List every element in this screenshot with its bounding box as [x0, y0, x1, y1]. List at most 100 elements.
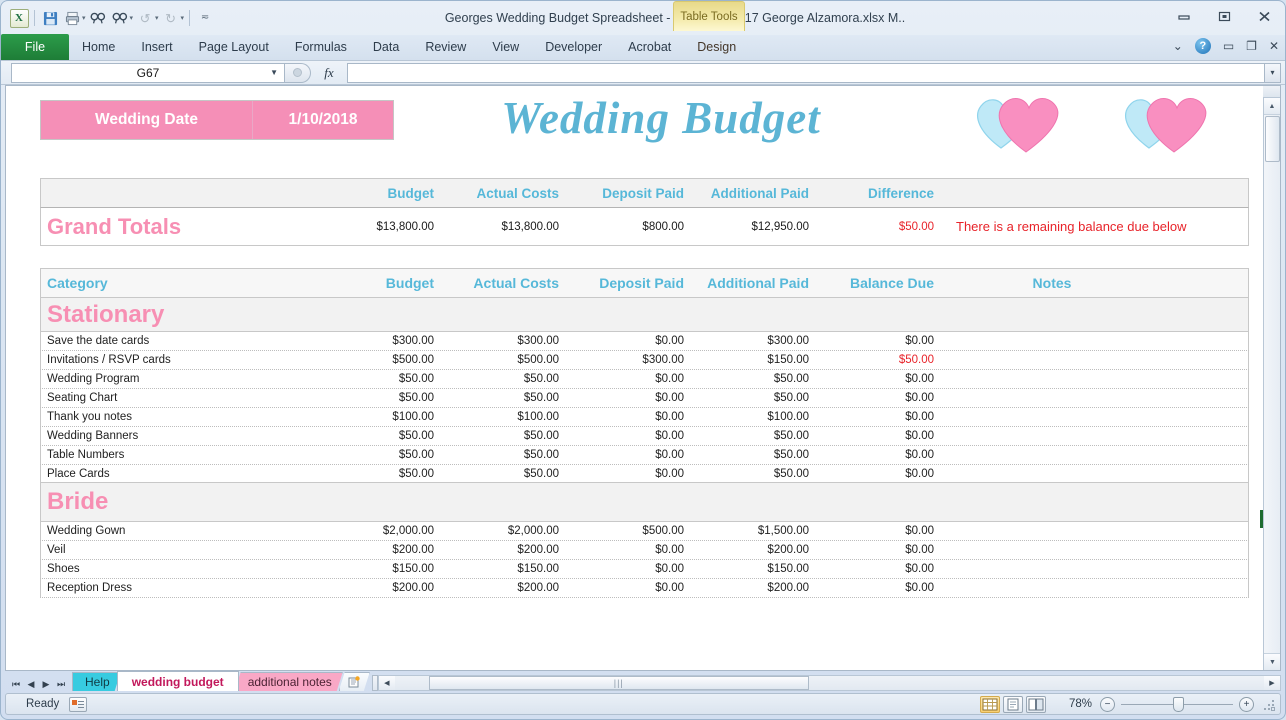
- wedding-date-banner[interactable]: Wedding Date 1/10/2018: [40, 100, 394, 140]
- table-row[interactable]: Invitations / RSVP cards $500.00 $500.00…: [40, 351, 1249, 370]
- grand-totals-additional: $12,950.00: [696, 221, 821, 233]
- row-item: Save the date cards: [41, 335, 341, 347]
- tab-acrobat[interactable]: Acrobat: [615, 34, 684, 60]
- row-balance: $0.00: [821, 430, 946, 442]
- tab-insert[interactable]: Insert: [128, 34, 185, 60]
- page-layout-view-icon[interactable]: [1003, 696, 1023, 713]
- vertical-split-handle[interactable]: [1263, 86, 1280, 98]
- zoom-in-button[interactable]: +: [1239, 697, 1254, 712]
- workbook-restore-icon[interactable]: ❐: [1246, 39, 1257, 53]
- name-box-value: G67: [137, 66, 160, 80]
- find-dropdown-icon[interactable]: ▾: [130, 14, 134, 22]
- tab-page-layout[interactable]: Page Layout: [186, 34, 282, 60]
- minimize-button[interactable]: [1171, 7, 1197, 25]
- prev-sheet-icon[interactable]: ◀: [24, 679, 38, 690]
- table-row[interactable]: Table Numbers $50.00 $50.00 $0.00 $50.00…: [40, 446, 1249, 465]
- tab-file[interactable]: File: [1, 34, 69, 60]
- row-actual: $500.00: [446, 354, 571, 366]
- find-icon[interactable]: [88, 8, 108, 28]
- last-sheet-icon[interactable]: ⏭: [54, 679, 68, 690]
- row-actual: $50.00: [446, 430, 571, 442]
- table-row[interactable]: Wedding Banners $50.00 $50.00 $0.00 $50.…: [40, 427, 1249, 446]
- sheet-tab-wedding-budget[interactable]: wedding budget: [117, 671, 239, 691]
- collapse-ribbon-icon[interactable]: ⌄: [1173, 39, 1183, 53]
- row-item: Invitations / RSVP cards: [41, 354, 341, 366]
- tab-home[interactable]: Home: [69, 34, 128, 60]
- scroll-right-button[interactable]: ▶: [1264, 676, 1280, 690]
- vertical-scroll-thumb[interactable]: [1265, 116, 1280, 162]
- worksheet-canvas[interactable]: Wedding Date 1/10/2018 Wedding Budget: [6, 86, 1263, 670]
- budget-table-bride: Bride Wedding Gown $2,000.00 $2,000.00 $…: [40, 482, 1249, 598]
- insert-function-icon[interactable]: fx: [311, 65, 347, 81]
- col-header-budget: Budget: [341, 275, 446, 291]
- scroll-up-button[interactable]: ▲: [1264, 98, 1280, 115]
- redo-icon[interactable]: ↻: [161, 8, 181, 28]
- status-bar: Ready 78% − +: [5, 693, 1281, 715]
- formula-bar-handle[interactable]: [285, 63, 311, 83]
- row-item: Seating Chart: [41, 392, 341, 404]
- name-box[interactable]: G67 ▼: [11, 63, 285, 83]
- formula-input[interactable]: [347, 63, 1265, 83]
- tab-view[interactable]: View: [479, 34, 532, 60]
- restore-button[interactable]: [1211, 7, 1237, 25]
- table-row[interactable]: Seating Chart $50.00 $50.00 $0.00 $50.00…: [40, 389, 1249, 408]
- page-title: Wedding Budget: [461, 92, 861, 144]
- page-break-view-icon[interactable]: [1026, 696, 1046, 713]
- table-row[interactable]: Reception Dress $200.00 $200.00 $0.00 $2…: [40, 579, 1249, 598]
- row-actual: $50.00: [446, 468, 571, 480]
- row-actual: $50.00: [446, 392, 571, 404]
- tab-developer[interactable]: Developer: [532, 34, 615, 60]
- expand-formula-bar-icon[interactable]: ▾: [1265, 63, 1281, 83]
- close-button[interactable]: [1251, 7, 1277, 25]
- table-row[interactable]: Wedding Gown $2,000.00 $2,000.00 $500.00…: [40, 522, 1249, 541]
- tab-formulas[interactable]: Formulas: [282, 34, 360, 60]
- hearts-decoration: [971, 92, 1215, 154]
- table-row[interactable]: Shoes $150.00 $150.00 $0.00 $150.00 $0.0…: [40, 560, 1249, 579]
- new-sheet-icon[interactable]: [339, 672, 370, 691]
- row-budget: $500.00: [341, 354, 446, 366]
- row-deposit: $0.00: [571, 544, 696, 556]
- table-row[interactable]: Veil $200.00 $200.00 $0.00 $200.00 $0.00: [40, 541, 1249, 560]
- scroll-down-button[interactable]: ▼: [1264, 653, 1281, 670]
- redo-dropdown-icon[interactable]: ▾: [181, 14, 185, 22]
- undo-dropdown-icon[interactable]: ▾: [155, 14, 159, 22]
- tab-design[interactable]: Design: [684, 34, 749, 60]
- row-item: Veil: [41, 544, 341, 556]
- excel-logo-icon[interactable]: X: [9, 8, 29, 28]
- chevron-down-icon[interactable]: ▼: [270, 68, 278, 77]
- row-deposit: $0.00: [571, 582, 696, 594]
- resize-grip[interactable]: [1262, 698, 1274, 710]
- tab-data[interactable]: Data: [360, 34, 412, 60]
- scroll-left-button[interactable]: ◀: [379, 676, 395, 690]
- sheet-tab-additional-notes[interactable]: additional notes: [235, 672, 343, 691]
- customize-quick-access-icon[interactable]: ≂: [195, 8, 215, 28]
- table-row[interactable]: Save the date cards $300.00 $300.00 $0.0…: [40, 332, 1249, 351]
- workbook-minimize-icon[interactable]: ▭: [1223, 39, 1234, 53]
- tab-review[interactable]: Review: [412, 34, 479, 60]
- table-row[interactable]: Wedding Program $50.00 $50.00 $0.00 $50.…: [40, 370, 1249, 389]
- normal-view-icon[interactable]: [980, 696, 1000, 713]
- heart-pair-2: [1119, 92, 1215, 154]
- horizontal-scrollbar[interactable]: ◀ ||| ▶: [378, 675, 1281, 691]
- zoom-slider-thumb[interactable]: [1173, 697, 1184, 712]
- horizontal-scroll-thumb[interactable]: |||: [429, 676, 809, 690]
- zoom-slider[interactable]: [1121, 704, 1233, 705]
- window-title: Georges Wedding Budget Spreadsheet - Cop…: [215, 11, 1285, 25]
- row-balance: $0.00: [821, 335, 946, 347]
- help-icon[interactable]: ?: [1195, 38, 1211, 54]
- next-sheet-icon[interactable]: ▶: [39, 679, 53, 690]
- find-replace-icon[interactable]: [110, 8, 130, 28]
- undo-icon[interactable]: ↺: [135, 8, 155, 28]
- record-macro-icon[interactable]: [69, 697, 87, 712]
- save-icon[interactable]: [40, 8, 60, 28]
- first-sheet-icon[interactable]: ⏮: [9, 679, 23, 690]
- row-additional: $1,500.00: [696, 525, 821, 537]
- print-dropdown-icon[interactable]: ▾: [82, 14, 86, 22]
- zoom-out-button[interactable]: −: [1100, 697, 1115, 712]
- table-row[interactable]: Thank you notes $100.00 $100.00 $0.00 $1…: [40, 408, 1249, 427]
- workbook-close-icon[interactable]: ✕: [1269, 39, 1279, 53]
- sheet-tab-help[interactable]: Help: [72, 672, 121, 691]
- zoom-level[interactable]: 78%: [1054, 698, 1092, 710]
- print-icon[interactable]: [62, 8, 82, 28]
- vertical-scrollbar[interactable]: ▲ ▼: [1263, 86, 1280, 670]
